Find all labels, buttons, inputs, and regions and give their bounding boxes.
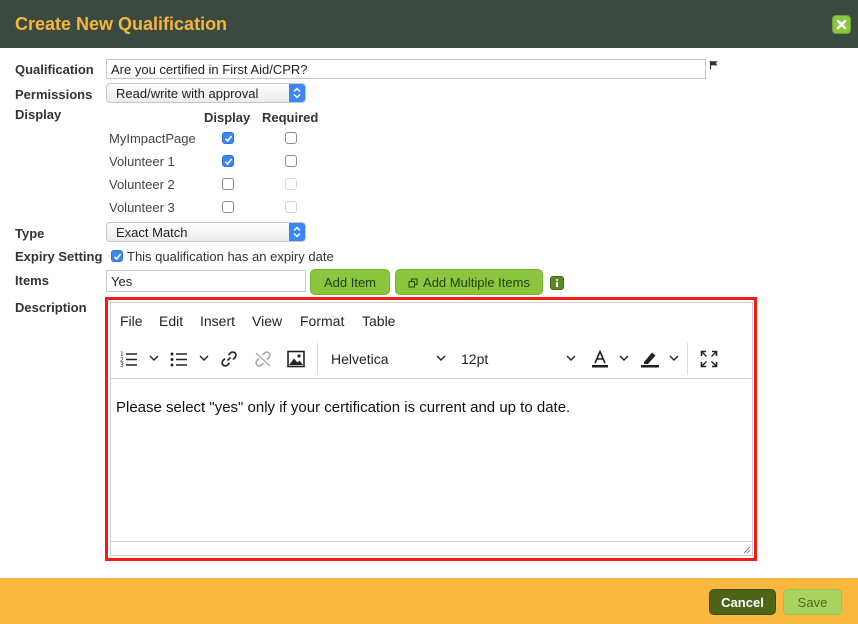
menu-table[interactable]: Table [362,313,395,329]
select-arrows-icon [289,223,305,241]
flag-icon[interactable] [709,60,719,70]
cancel-button-label: Cancel [721,595,764,610]
display-column-header: Display [204,110,251,125]
expiry-checkbox[interactable] [111,250,123,262]
font-size-select[interactable]: 12pt [461,351,488,367]
link-icon[interactable] [220,350,238,368]
required-checkbox[interactable] [285,132,297,144]
checkmark-icon [224,135,233,143]
menu-insert[interactable]: Insert [200,313,235,329]
display-label: Display [15,107,62,122]
copy-icon [408,278,418,288]
toolbar-separator [317,343,318,375]
type-label: Type [15,226,45,241]
chevron-down-icon[interactable] [436,355,446,362]
display-row-name: Volunteer 3 [109,200,175,215]
select-arrows-icon [289,84,305,102]
chevron-down-icon[interactable] [566,355,576,362]
permissions-label: Permissions [15,87,93,102]
items-input[interactable] [106,270,306,292]
required-checkbox-disabled [285,178,297,190]
fullscreen-icon[interactable] [700,350,718,368]
editor-content[interactable]: Please select "yes" only if your certifi… [116,399,570,416]
image-icon[interactable] [287,350,305,368]
menu-edit[interactable]: Edit [159,313,183,329]
add-multiple-items-button[interactable]: Add Multiple Items [395,269,543,295]
expiry-setting-label: Expiry Setting [15,249,103,264]
display-checkbox[interactable] [222,132,234,144]
resize-handle-icon[interactable] [743,546,751,554]
qualification-label: Qualification [15,62,94,77]
type-selected-value: Exact Match [116,225,188,240]
qualification-input[interactable] [106,59,706,79]
items-label: Items [15,273,49,288]
cancel-button[interactable]: Cancel [709,589,776,615]
info-icon[interactable] [550,276,564,290]
highlight-color-icon[interactable] [640,350,660,368]
description-label: Description [15,300,87,315]
display-checkbox[interactable] [222,178,234,190]
chevron-down-icon[interactable] [149,355,159,362]
required-column-header: Required [262,110,319,125]
display-row-name: Volunteer 2 [109,177,175,192]
menu-view[interactable]: View [252,313,282,329]
type-select[interactable]: Exact Match [106,222,306,242]
text-color-icon[interactable] [591,350,609,368]
checkmark-icon [224,158,233,166]
display-row-name: MyImpactPage [109,131,196,146]
editor-toolbar: 1 2 3 Helvetica 12pt [111,339,752,379]
required-checkbox[interactable] [285,155,297,167]
save-button-label: Save [797,595,828,610]
permissions-selected-value: Read/write with approval [116,86,259,101]
add-item-button-label: Add Item [323,275,377,290]
editor-statusbar [111,541,752,555]
unlink-icon [255,351,271,367]
close-button[interactable] [832,15,851,34]
display-checkbox[interactable] [222,155,234,167]
save-button[interactable]: Save [783,589,842,615]
menu-format[interactable]: Format [300,313,344,329]
display-row-name: Volunteer 1 [109,154,175,169]
dialog-title: Create New Qualification [15,14,228,34]
expiry-checkbox-label: This qualification has an expiry date [127,249,334,264]
dialog-header: Create New Qualification [0,0,858,48]
numbered-list-icon[interactable]: 1 2 3 [120,350,138,368]
add-multiple-items-label: Add Multiple Items [423,275,530,290]
display-checkbox[interactable] [222,201,234,213]
toolbar-separator [687,343,688,375]
font-family-select[interactable]: Helvetica [331,351,389,367]
permissions-select[interactable]: Read/write with approval [106,83,306,103]
chevron-down-icon[interactable] [669,355,679,362]
editor-menubar: File Edit Insert View Format Table [111,303,752,339]
dialog-footer: Cancel Save [0,578,858,624]
close-x-icon [836,19,847,30]
chevron-down-icon[interactable] [619,355,629,362]
add-item-button[interactable]: Add Item [310,269,390,295]
menu-file[interactable]: File [120,313,143,329]
svg-text:3: 3 [120,362,124,368]
rich-text-editor[interactable]: File Edit Insert View Format Table 1 2 3 [110,302,753,556]
bullet-list-icon[interactable] [170,350,188,368]
chevron-down-icon[interactable] [199,355,209,362]
required-checkbox-disabled [285,201,297,213]
checkmark-icon [113,253,122,261]
